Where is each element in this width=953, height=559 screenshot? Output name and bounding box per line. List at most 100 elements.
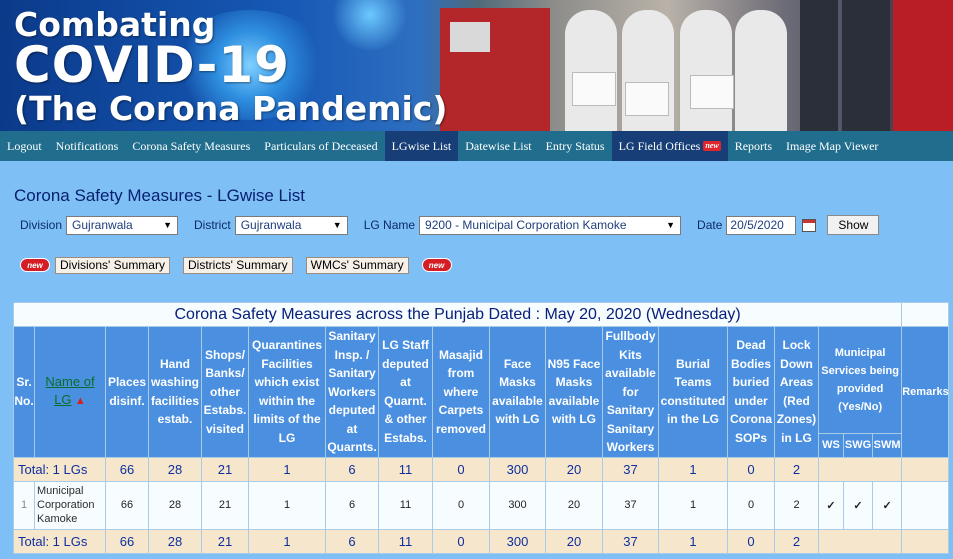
row-remarks (901, 480, 950, 530)
header-banner: Combating COVID-19 (The Corona Pandemic) (0, 0, 953, 131)
divisions-summary-button[interactable]: Divisions' Summary (55, 256, 170, 274)
division-label: Division (20, 218, 63, 232)
total-cell: 0 (727, 456, 775, 482)
col-header-places: Places disinf. (105, 326, 149, 458)
date-input[interactable]: 20/5/2020 (726, 215, 797, 235)
total-cell: 11 (378, 456, 433, 482)
nav-notifications[interactable]: Notifications (49, 131, 126, 161)
nav-entry-status[interactable]: Entry Status (539, 131, 612, 161)
col-header-fullbody: Fullbody Kits available for Sanitary San… (602, 326, 659, 458)
ppe-worker-image (735, 10, 787, 131)
total-cell: 28 (148, 528, 202, 554)
total-blank (901, 456, 950, 482)
main-nav: Logout Notifications Corona Safety Measu… (0, 131, 953, 161)
district-value: Gujranwala (240, 218, 302, 232)
row-cell: 0 (727, 480, 775, 530)
page-title: Corona Safety Measures - LGwise List (14, 186, 306, 205)
row-cell: 66 (105, 480, 149, 530)
ws-check-icon: ✓ (818, 480, 844, 530)
total-row: Total: 1 LGs 66 28 21 1 6 11 0 300 20 37… (13, 456, 950, 482)
swm-check-icon: ✓ (871, 480, 903, 530)
total-cell: 66 (105, 456, 149, 482)
division-value: Gujranwala (72, 218, 133, 232)
row-cell: 6 (325, 480, 379, 530)
lg-name-label: LG Name (363, 218, 416, 232)
nav-lg-field-offices[interactable]: LG Field Offices new (611, 131, 728, 161)
wmcs-summary-button[interactable]: WMCs' Summary (305, 256, 409, 274)
total-cell: 2 (774, 528, 819, 554)
calendar-icon[interactable] (802, 218, 817, 232)
placard-image (690, 75, 734, 109)
row-cell: 37 (602, 480, 659, 530)
total-blank (817, 528, 903, 554)
nav-lg-field-offices-label: LG Field Offices (618, 138, 701, 153)
total-cell: 6 (325, 528, 379, 554)
division-select[interactable]: Gujranwala ▼ (66, 215, 179, 235)
new-badge-icon: new (20, 258, 50, 272)
total-label: Total: 1 LGs (13, 528, 106, 554)
safety-measures-table: Corona Safety Measures across the Punjab… (12, 302, 950, 554)
total-cell: 1 (658, 528, 728, 554)
col-header-municipal: Municipal Services being provided (Yes/N… (817, 326, 903, 434)
col-header-lg[interactable]: Name of LG ▲ (34, 326, 106, 458)
col-header-sanitary: Sanitary Insp. / Sanitary Workers depute… (325, 326, 379, 458)
col-header-sr: Sr. No. (13, 326, 35, 458)
total-cell: 1 (658, 456, 728, 482)
col-header-lg-staff: LG Staff deputed at Quarnt. & other Esta… (378, 326, 433, 458)
nav-logout[interactable]: Logout (0, 131, 49, 161)
swg-check-icon: ✓ (843, 480, 873, 530)
official-image (842, 0, 890, 131)
total-cell: 37 (602, 456, 659, 482)
total-cell: 21 (201, 528, 249, 554)
table-caption: Corona Safety Measures across the Punjab… (12, 302, 903, 327)
col-header-burial: Burial Teams constituted in the LG (658, 326, 728, 458)
row-cell: 0 (432, 480, 490, 530)
total-cell: 300 (489, 456, 546, 482)
nav-corona-safety-measures[interactable]: Corona Safety Measures (125, 131, 257, 161)
official-image (800, 0, 838, 131)
lg-name-select[interactable]: 9200 - Municipal Corporation Kamoke ▼ (419, 215, 682, 235)
col-header-hand-washing: Hand washing facilities estab. (148, 326, 202, 458)
row-cell: 21 (201, 480, 249, 530)
dropdown-arrow-icon: ▼ (666, 220, 676, 230)
total-cell: 66 (105, 528, 149, 554)
nav-particulars-of-deceased[interactable]: Particulars of Deceased (257, 131, 384, 161)
ppe-worker-image (680, 10, 732, 131)
show-button[interactable]: Show (827, 215, 880, 235)
row-cell: 1 (658, 480, 728, 530)
nav-image-map-viewer[interactable]: Image Map Viewer (779, 131, 885, 161)
total-label: Total: 1 LGs (13, 456, 106, 482)
banner-title-line3: (The Corona Pandemic) (14, 89, 448, 128)
district-label: District (194, 218, 231, 232)
total-cell: 300 (489, 528, 546, 554)
total-cell: 20 (545, 456, 603, 482)
col-header-lockdown: Lock Down Areas (Red Zones) in LG (774, 326, 819, 458)
row-cell: 2 (774, 480, 819, 530)
row-cell: 300 (489, 480, 546, 530)
nav-reports[interactable]: Reports (728, 131, 779, 161)
total-cell: 0 (432, 528, 490, 554)
district-select[interactable]: Gujranwala ▼ (234, 215, 348, 235)
nav-datewise-list[interactable]: Datewise List (458, 131, 538, 161)
total-cell: 0 (727, 528, 775, 554)
sort-by-lg-link[interactable]: Name of LG (45, 374, 94, 408)
dropdown-arrow-icon: ▼ (163, 220, 173, 230)
new-badge-icon: new (421, 258, 452, 272)
total-cell: 1 (248, 456, 326, 482)
total-cell: 37 (602, 528, 659, 554)
col-header-shops: Shops/ Banks/ other Estabs. visited (201, 326, 249, 458)
col-header-masajid: Masajid from where Carpets removed (432, 326, 490, 458)
total-cell: 0 (432, 456, 490, 482)
nav-lgwise-list[interactable]: LGwise List (384, 131, 459, 161)
virus-graphic-small (330, 0, 410, 50)
total-cell: 28 (148, 456, 202, 482)
caption-spacer (901, 302, 950, 327)
row-sr: 1 (13, 480, 35, 530)
summary-row: new Divisions' Summary Districts' Summar… (20, 256, 457, 274)
sort-ascending-icon: ▲ (74, 395, 86, 408)
row-cell: 28 (148, 480, 202, 530)
table-row: 1 Municipal Corporation Kamoke 66 28 21 … (13, 480, 950, 530)
districts-summary-button[interactable]: Districts' Summary (182, 256, 293, 274)
col-header-dead-bodies: Dead Bodies buried under Corona SOPs (727, 326, 775, 458)
ppe-worker-image (565, 10, 617, 131)
